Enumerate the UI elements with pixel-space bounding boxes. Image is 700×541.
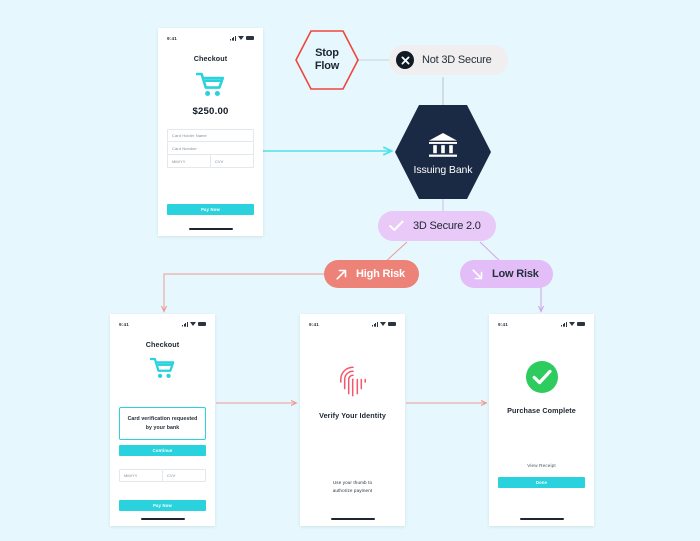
not-3d-secure-pill[interactable]: Not 3D Secure: [389, 45, 508, 75]
signal-icon: [182, 321, 188, 327]
view-receipt-link[interactable]: View Receipt: [498, 463, 585, 468]
stop-flow-label: Stop Flow: [315, 47, 339, 73]
flow-diagram-canvas: 9:41 Checkout $250.00 Card Holder Name C…: [0, 0, 700, 541]
status-icons: [182, 321, 206, 327]
status-icons: [372, 321, 396, 327]
low-risk-pill[interactable]: Low Risk: [460, 260, 553, 288]
status-bar: 9:41: [300, 314, 405, 330]
issuing-bank-label: Issuing Bank: [413, 164, 473, 176]
bank-icon: [428, 133, 457, 157]
home-indicator: [519, 517, 564, 520]
identity-title: Verify Your Identity: [319, 411, 386, 420]
wifi-icon: [238, 36, 244, 41]
status-icons: [230, 35, 254, 41]
edge-high-risk-to-verification: [164, 273, 326, 311]
expiry-cvv-row: MM/YY CVV: [167, 155, 254, 168]
status-bar: 9:41: [489, 314, 594, 330]
battery-icon: [198, 322, 206, 327]
card-number-field[interactable]: Card Number: [167, 142, 254, 155]
cvv-field[interactable]: CVV: [211, 155, 254, 168]
shopping-cart-icon: [195, 72, 224, 96]
wifi-icon: [380, 322, 386, 327]
done-button[interactable]: Done: [498, 477, 585, 488]
verification-notice: Card verification requested by your bank: [119, 407, 206, 440]
stop-flow-node: Stop Flow: [294, 29, 360, 91]
check-circle-icon: [525, 361, 558, 393]
home-indicator: [188, 227, 233, 230]
phone-card-verification: 9:41 Checkout Card verification requeste…: [110, 314, 215, 526]
signal-icon: [561, 321, 567, 327]
cart-icon-wrap: [167, 72, 254, 98]
checkout-title: Checkout: [193, 54, 228, 63]
phone-checkout: 9:41 Checkout $250.00 Card Holder Name C…: [158, 28, 263, 236]
shopping-cart-icon: [149, 357, 174, 379]
arrow-up-right-icon: [336, 269, 347, 280]
battery-icon: [577, 322, 585, 327]
cart-icon-wrap: [119, 357, 206, 380]
high-risk-pill[interactable]: High Risk: [324, 260, 419, 288]
battery-icon: [246, 36, 254, 41]
close-circle-icon: [396, 51, 414, 69]
phone-purchase-complete: 9:41 Purchase Complete View Receipt Done: [489, 314, 594, 526]
identity-hint-line2: authorize payment: [332, 487, 373, 493]
high-risk-label: High Risk: [356, 268, 405, 280]
expiry-field[interactable]: MM/YY: [119, 469, 163, 482]
wifi-icon: [569, 322, 575, 327]
status-time: 9:41: [119, 321, 129, 327]
wifi-icon: [190, 322, 196, 327]
status-bar: 9:41: [158, 28, 263, 44]
status-time: 9:41: [309, 321, 319, 327]
signal-icon: [230, 35, 236, 41]
home-indicator: [140, 517, 185, 520]
home-indicator: [330, 517, 375, 520]
issuing-bank-node[interactable]: Issuing Bank: [394, 104, 492, 200]
arrow-down-right-icon: [472, 268, 483, 279]
signal-icon: [372, 321, 378, 327]
close-icon: [401, 56, 409, 64]
complete-title: Purchase Complete: [507, 406, 576, 415]
fingerprint-icon[interactable]: [337, 364, 369, 398]
status-bar: 9:41: [110, 314, 215, 330]
status-time: 9:41: [498, 321, 508, 327]
checkout-price: $250.00: [192, 106, 229, 117]
stop-flow-line2: Flow: [314, 60, 340, 72]
stop-flow-line1: Stop: [315, 47, 339, 59]
identity-hint-line1: Use your thumb to: [332, 480, 373, 485]
pay-now-button[interactable]: Pay Now: [119, 500, 206, 511]
3d-secure-pill[interactable]: 3D Secure 2.0: [378, 211, 496, 241]
verification-title: Checkout: [145, 340, 180, 349]
card-holder-name-field[interactable]: Card Holder Name: [167, 129, 254, 142]
check-icon: [389, 220, 404, 231]
status-icons: [561, 321, 585, 327]
phone-verify-identity: 9:41 Verify Your Identity Use your thumb…: [300, 314, 405, 526]
expiry-cvv-row: MM/YY CVV: [119, 469, 206, 482]
expiry-field[interactable]: MM/YY: [167, 155, 211, 168]
not-3d-secure-label: Not 3D Secure: [422, 54, 492, 66]
battery-icon: [388, 322, 396, 327]
cvv-field[interactable]: CVV: [163, 469, 206, 482]
3d-secure-label: 3D Secure 2.0: [413, 220, 481, 232]
status-time: 9:41: [167, 35, 177, 41]
continue-button[interactable]: Continue: [119, 445, 206, 456]
pay-now-button[interactable]: Pay Now: [167, 204, 254, 215]
low-risk-label: Low Risk: [492, 268, 539, 280]
